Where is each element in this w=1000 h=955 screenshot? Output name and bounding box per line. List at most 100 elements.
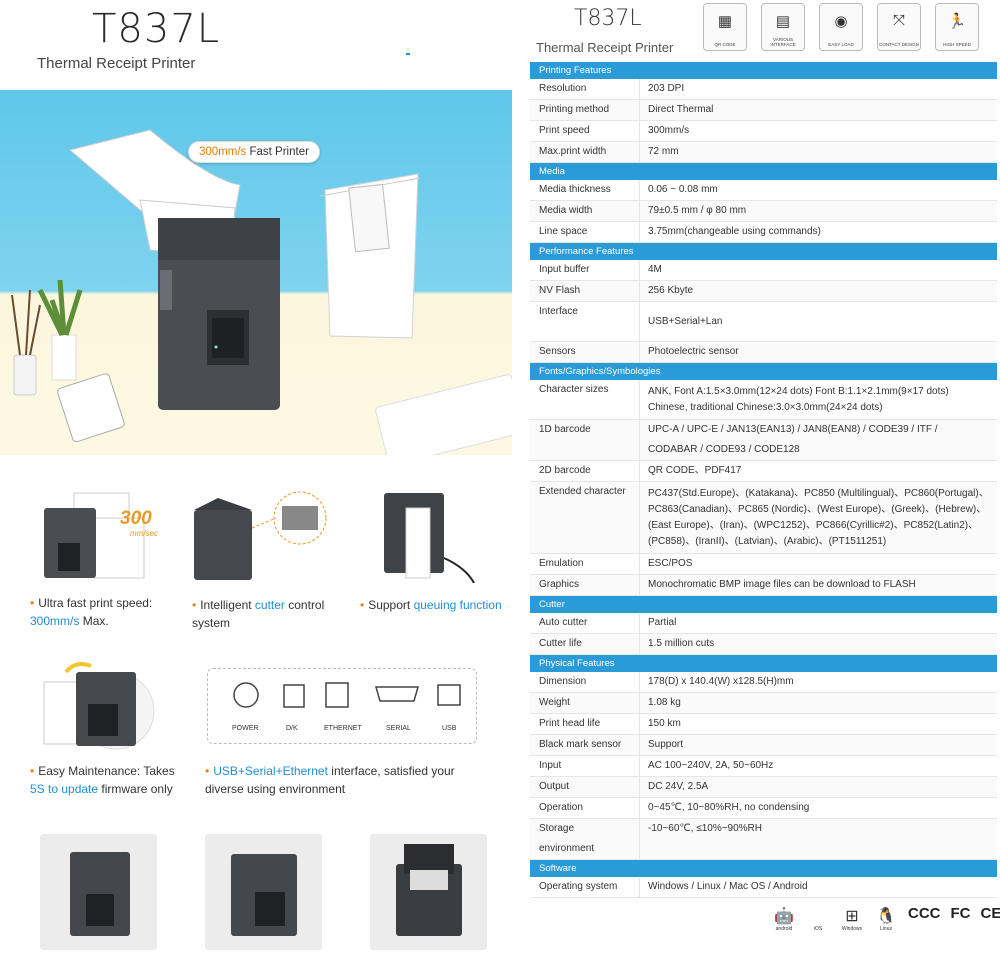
spec-section-rows: Operating systemWindows / Linux / Mac OS… [530, 877, 997, 898]
spec-key: Storage environment [530, 819, 640, 859]
spec-section-header: Cutter [530, 596, 997, 613]
feature-badge-label: CONTACT DESIGN [878, 42, 920, 47]
spec-value: 3.75mm(changeable using commands) [640, 222, 997, 242]
spec-panel: T837L Thermal Receipt Printer ▦QR CODE▤V… [530, 0, 1000, 950]
spec-section-header: Physical Features [530, 655, 997, 672]
spec-key: Print speed [530, 121, 640, 141]
spec-row: GraphicsMonochromatic BMP image files ca… [530, 575, 997, 596]
spec-row: SensorsPhotoelectric sensor [530, 342, 997, 363]
spec-key: Print head life [530, 714, 640, 734]
feature-maintenance-image [36, 656, 166, 756]
feature-speed-caption: •Ultra fast print speed: 300mm/s Max. [30, 594, 180, 630]
spec-key: Line space [530, 222, 640, 242]
os-label: Windows [840, 926, 864, 932]
spec-section-header: Performance Features [530, 243, 997, 260]
spec-key: Weight [530, 693, 640, 713]
speed-badge: 300 [120, 508, 152, 529]
spec-value: 203 DPI [640, 79, 997, 99]
spec-key: Printing method [530, 100, 640, 120]
spec-row: EmulationESC/POS [530, 554, 997, 575]
spec-value: 256 Kbyte [640, 281, 997, 301]
spec-value: DC 24V, 2.5A [640, 777, 997, 797]
feature-badge: ⤧ CONTACT DESIGN [877, 3, 921, 51]
spec-value: ANK, Font A:1.5×3.0mm(12×24 dots) Font B… [640, 380, 997, 419]
spec-value: QR CODE、PDF417 [640, 461, 997, 481]
spec-section-rows: Resolution203 DPIPrinting methodDirect T… [530, 79, 997, 163]
spec-section-header: Software [530, 860, 997, 877]
hero-banner: THANK YOU!! 300mm/s Fast Print [0, 90, 512, 455]
spec-section-rows: Dimension178(D) x 140.4(W) x128.5(H)mmWe… [530, 672, 997, 860]
spec-value: PC437(Std.Europe)、(Katakana)、PC850 (Mult… [640, 482, 997, 553]
spec-row: 2D barcodeQR CODE、PDF417 [530, 461, 997, 482]
spec-key: Input buffer [530, 260, 640, 280]
spec-key: Cutter life [530, 634, 640, 654]
linux-icon: 🐧Linux [874, 908, 898, 932]
apple-icon: iOS [806, 926, 830, 932]
spec-value: 72 mm [640, 142, 997, 162]
paper-roll-icon: ◉ [820, 12, 862, 30]
compatibility-logos: 🤖androidiOS⊞Windows🐧LinuxCCCFCCECB [772, 905, 1000, 932]
spec-key: Max.print width [530, 142, 640, 162]
feature-badge-label: EASY LOAD [820, 42, 862, 47]
product-photo-front [40, 834, 157, 950]
spec-row: Media width79±0.5 mm / φ 80 mm [530, 201, 997, 222]
spec-row: Max.print width72 mm [530, 142, 997, 163]
spec-row: Storage environment-10~60℃, ≤10%~90%RH [530, 819, 997, 860]
spec-value: 1.08 kg [640, 693, 997, 713]
hero-speed-tag: 300mm/s Fast Printer [188, 141, 320, 163]
product-subtitle: Thermal Receipt Printer [37, 55, 195, 72]
spec-row: 1D barcodeUPC-A / UPC-E / JAN13(EAN13) /… [530, 420, 997, 461]
product-photo-open [370, 834, 487, 950]
android-icon-glyph: 🤖 [772, 908, 796, 926]
spec-section-header: Printing Features [530, 62, 997, 79]
spec-row: Auto cutterPartial [530, 613, 997, 634]
os-label: Linux [874, 926, 898, 932]
spec-key: Input [530, 756, 640, 776]
spec-row: Printing methodDirect Thermal [530, 100, 997, 121]
spec-section-rows: Input buffer4MNV Flash256 KbyteInterface… [530, 260, 997, 363]
spec-row: Dimension178(D) x 140.4(W) x128.5(H)mm [530, 672, 997, 693]
spec-row: Operation0~45℃, 10~80%RH, no condensing [530, 798, 997, 819]
hero-speed-text: Fast Printer [246, 146, 309, 158]
compact-arrows-icon: ⤧ [878, 12, 920, 29]
feature-icon-row: ▦QR CODE▤VARIOUS INTERFACE◉EASY LOAD⤧CON… [703, 3, 979, 51]
feature-badge: ▤VARIOUS INTERFACE [761, 3, 805, 51]
interface-icon: ▤ [762, 12, 804, 30]
spec-value: 4M [640, 260, 997, 280]
spec-key: Output [530, 777, 640, 797]
port-label-usb: USB [442, 725, 456, 732]
ports-panel: POWER D/K ETHERNET SERIAL USB [207, 668, 477, 744]
spec-row: OutputDC 24V, 2.5A [530, 777, 997, 798]
ports-diagram [208, 669, 478, 745]
feature-speed-image: 300 mm/sec [34, 488, 174, 583]
spec-value: -10~60℃, ≤10%~90%RH [640, 819, 997, 859]
cert-logo-fc: FC [951, 905, 971, 922]
spec-value: Photoelectric sensor [640, 342, 997, 362]
spec-subtitle: Thermal Receipt Printer [536, 40, 673, 55]
spec-value: UPC-A / UPC-E / JAN13(EAN13) / JAN8(EAN8… [640, 420, 997, 460]
spec-section-rows: Auto cutterPartialCutter life1.5 million… [530, 613, 997, 655]
spec-table: Printing FeaturesResolution203 DPIPrinti… [530, 62, 997, 898]
spec-key: Media width [530, 201, 640, 221]
cert-logo-ce: CE [981, 905, 1000, 922]
feature-badge-label: HIGH SPEED [936, 42, 978, 47]
spec-row: Character sizesANK, Font A:1.5×3.0mm(12×… [530, 380, 997, 420]
spec-key: Sensors [530, 342, 640, 362]
linux-icon-glyph: 🐧 [874, 908, 898, 926]
feature-badge: ◉ EASY LOAD [819, 3, 863, 51]
spec-value: 0.06 ~ 0.08 mm [640, 180, 997, 200]
port-label-dk: D/K [286, 725, 298, 732]
feature-badge-label: QR CODE [704, 42, 746, 47]
speed-badge-unit: mm/sec [130, 529, 158, 538]
spec-key: Operation [530, 798, 640, 818]
accent-mark [406, 53, 410, 55]
spec-row: Print head life150 km [530, 714, 997, 735]
spec-row: Resolution203 DPI [530, 79, 997, 100]
feature-badge: 🏃 HIGH SPEED [935, 3, 979, 51]
spec-value: Partial [640, 613, 997, 633]
spec-key: Emulation [530, 554, 640, 574]
runner-icon: 🏃 [936, 12, 978, 30]
left-panel: T837L Thermal Receipt Printer THANK YOU!… [0, 0, 512, 950]
spec-key: Character sizes [530, 380, 640, 419]
windows-icon-glyph: ⊞ [840, 908, 864, 926]
